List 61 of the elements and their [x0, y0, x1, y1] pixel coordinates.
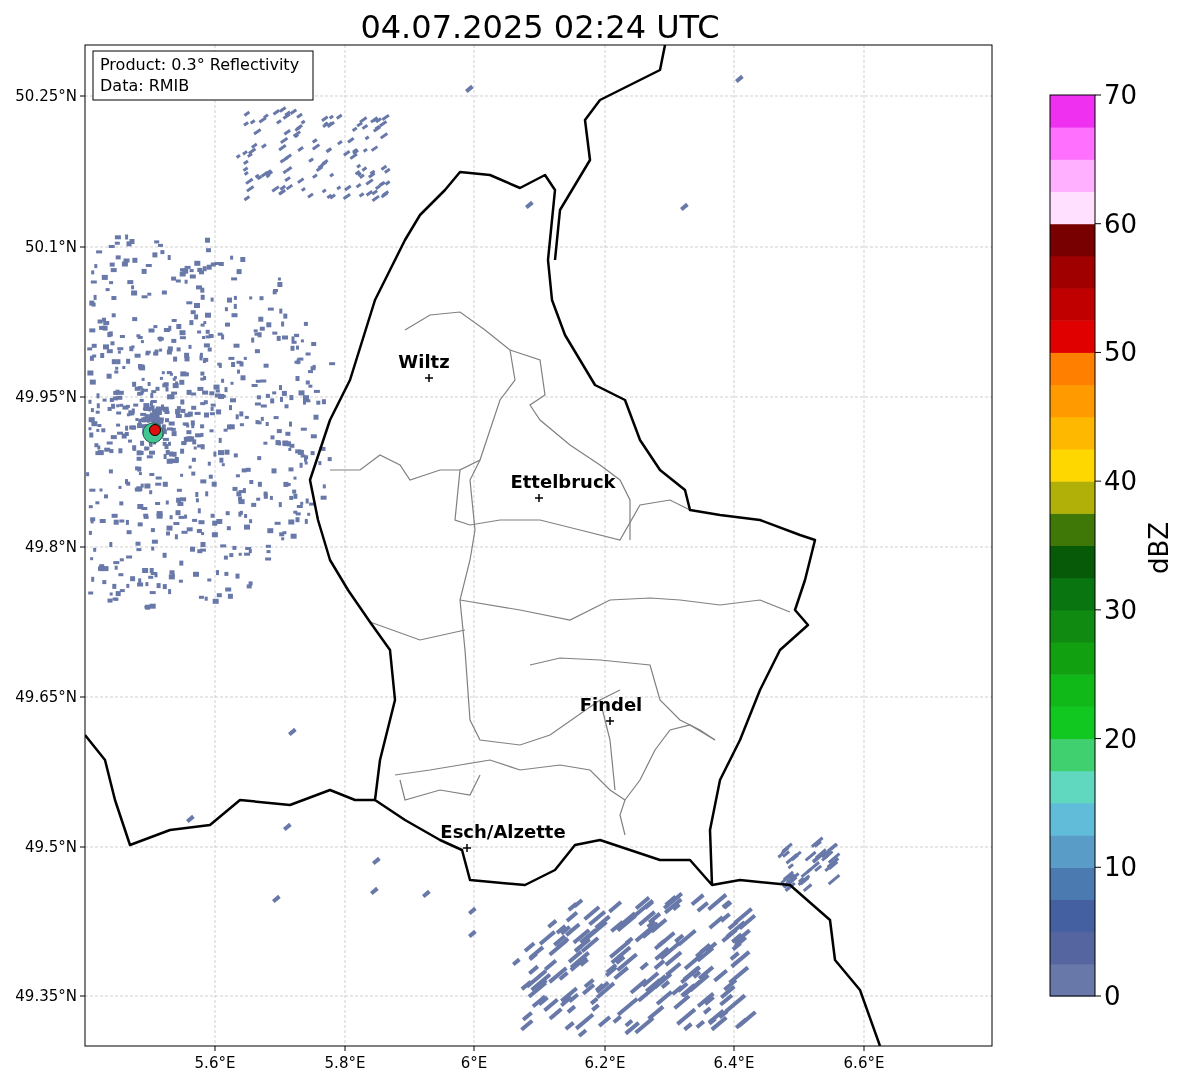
- axis-tick-label: 49.95°N: [15, 388, 77, 406]
- colorbar-tick-label: 50: [1104, 337, 1138, 368]
- axis-tick-label: 6°E: [460, 1054, 488, 1072]
- axis-tick: [344, 1045, 346, 1052]
- axis-tick-label: 5.6°E: [194, 1054, 236, 1072]
- colorbar-tick-label: 20: [1104, 723, 1138, 754]
- info-text: Data: RMIB: [100, 76, 190, 95]
- place-marker-icon: [462, 843, 472, 853]
- colorbar-tick-label: 40: [1104, 466, 1138, 497]
- axis-tick: [79, 246, 86, 248]
- axis-tick-label: 49.65°N: [15, 688, 77, 706]
- axis-tick: [733, 1045, 735, 1052]
- axis-tick-label: 49.35°N: [15, 987, 77, 1005]
- radar-echo-drawing: [422, 889, 431, 899]
- axis-tick-label: 6.2°E: [584, 1054, 626, 1072]
- place-label: Wiltz: [398, 351, 450, 372]
- colorbar-tick-label: 70: [1104, 80, 1138, 110]
- axis-tick: [79, 546, 86, 548]
- radar-echo-drawing: [468, 906, 477, 916]
- radar-site-icon: [142, 422, 164, 444]
- info-text: Product: 0.3° Reflectivity: [100, 55, 300, 74]
- place-marker-icon: [534, 493, 544, 503]
- place-label: Esch/Alzette: [440, 821, 566, 842]
- axis-tick: [79, 846, 86, 848]
- axis-tick-label: 50.25°N: [15, 87, 77, 105]
- radar-echo-drawing: [288, 727, 297, 737]
- place-label: Findel: [579, 694, 643, 715]
- axis-tick-label: 49.8°N: [24, 538, 77, 556]
- axis-tick-label: 49.5°N: [24, 838, 77, 856]
- axis-tick-label: 50.1°N: [24, 238, 77, 256]
- axis-tick: [79, 396, 86, 398]
- place-marker-icon: [605, 716, 615, 726]
- axis-tick: [473, 1045, 475, 1052]
- axis-tick: [604, 1045, 606, 1052]
- radar-echo-drawing: [370, 886, 379, 896]
- axis-tick-label: 6.6°E: [843, 1054, 885, 1072]
- radar-echo-drawing: [283, 822, 292, 832]
- colorbar-tick-label: 30: [1104, 594, 1138, 625]
- axis-tick: [79, 696, 86, 698]
- radar-echo-drawing: [525, 200, 534, 210]
- radar-echo-drawing: [186, 814, 195, 824]
- place-label: Ettelbruck: [510, 471, 616, 492]
- axis-tick-label: 6.4°E: [713, 1054, 755, 1072]
- axis-tick: [79, 995, 86, 997]
- radar-echo-drawing: [735, 74, 744, 84]
- axis-tick: [214, 1045, 216, 1052]
- colorbar-label: dBZ: [1144, 521, 1174, 575]
- axis-tick-label: 5.8°E: [324, 1054, 366, 1072]
- chart-title: 04.07.2025 02:24 UTC: [360, 8, 720, 46]
- radar-echo-drawing: [468, 929, 477, 939]
- radar-echo-drawing: [372, 856, 381, 866]
- radar-echo-drawing: [465, 84, 474, 94]
- radar-echo-drawing: [680, 202, 689, 212]
- colorbar-tick-label: 0: [1104, 981, 1121, 1011]
- colorbar-tick-label: 60: [1104, 208, 1138, 239]
- radar-echo-drawing: [777, 836, 841, 893]
- axis-tick: [863, 1045, 865, 1052]
- radar-echo-drawing: [272, 894, 281, 904]
- axis-tick: [79, 95, 86, 97]
- colorbar-tick-label: 10: [1104, 852, 1138, 883]
- place-marker-icon: [424, 373, 434, 383]
